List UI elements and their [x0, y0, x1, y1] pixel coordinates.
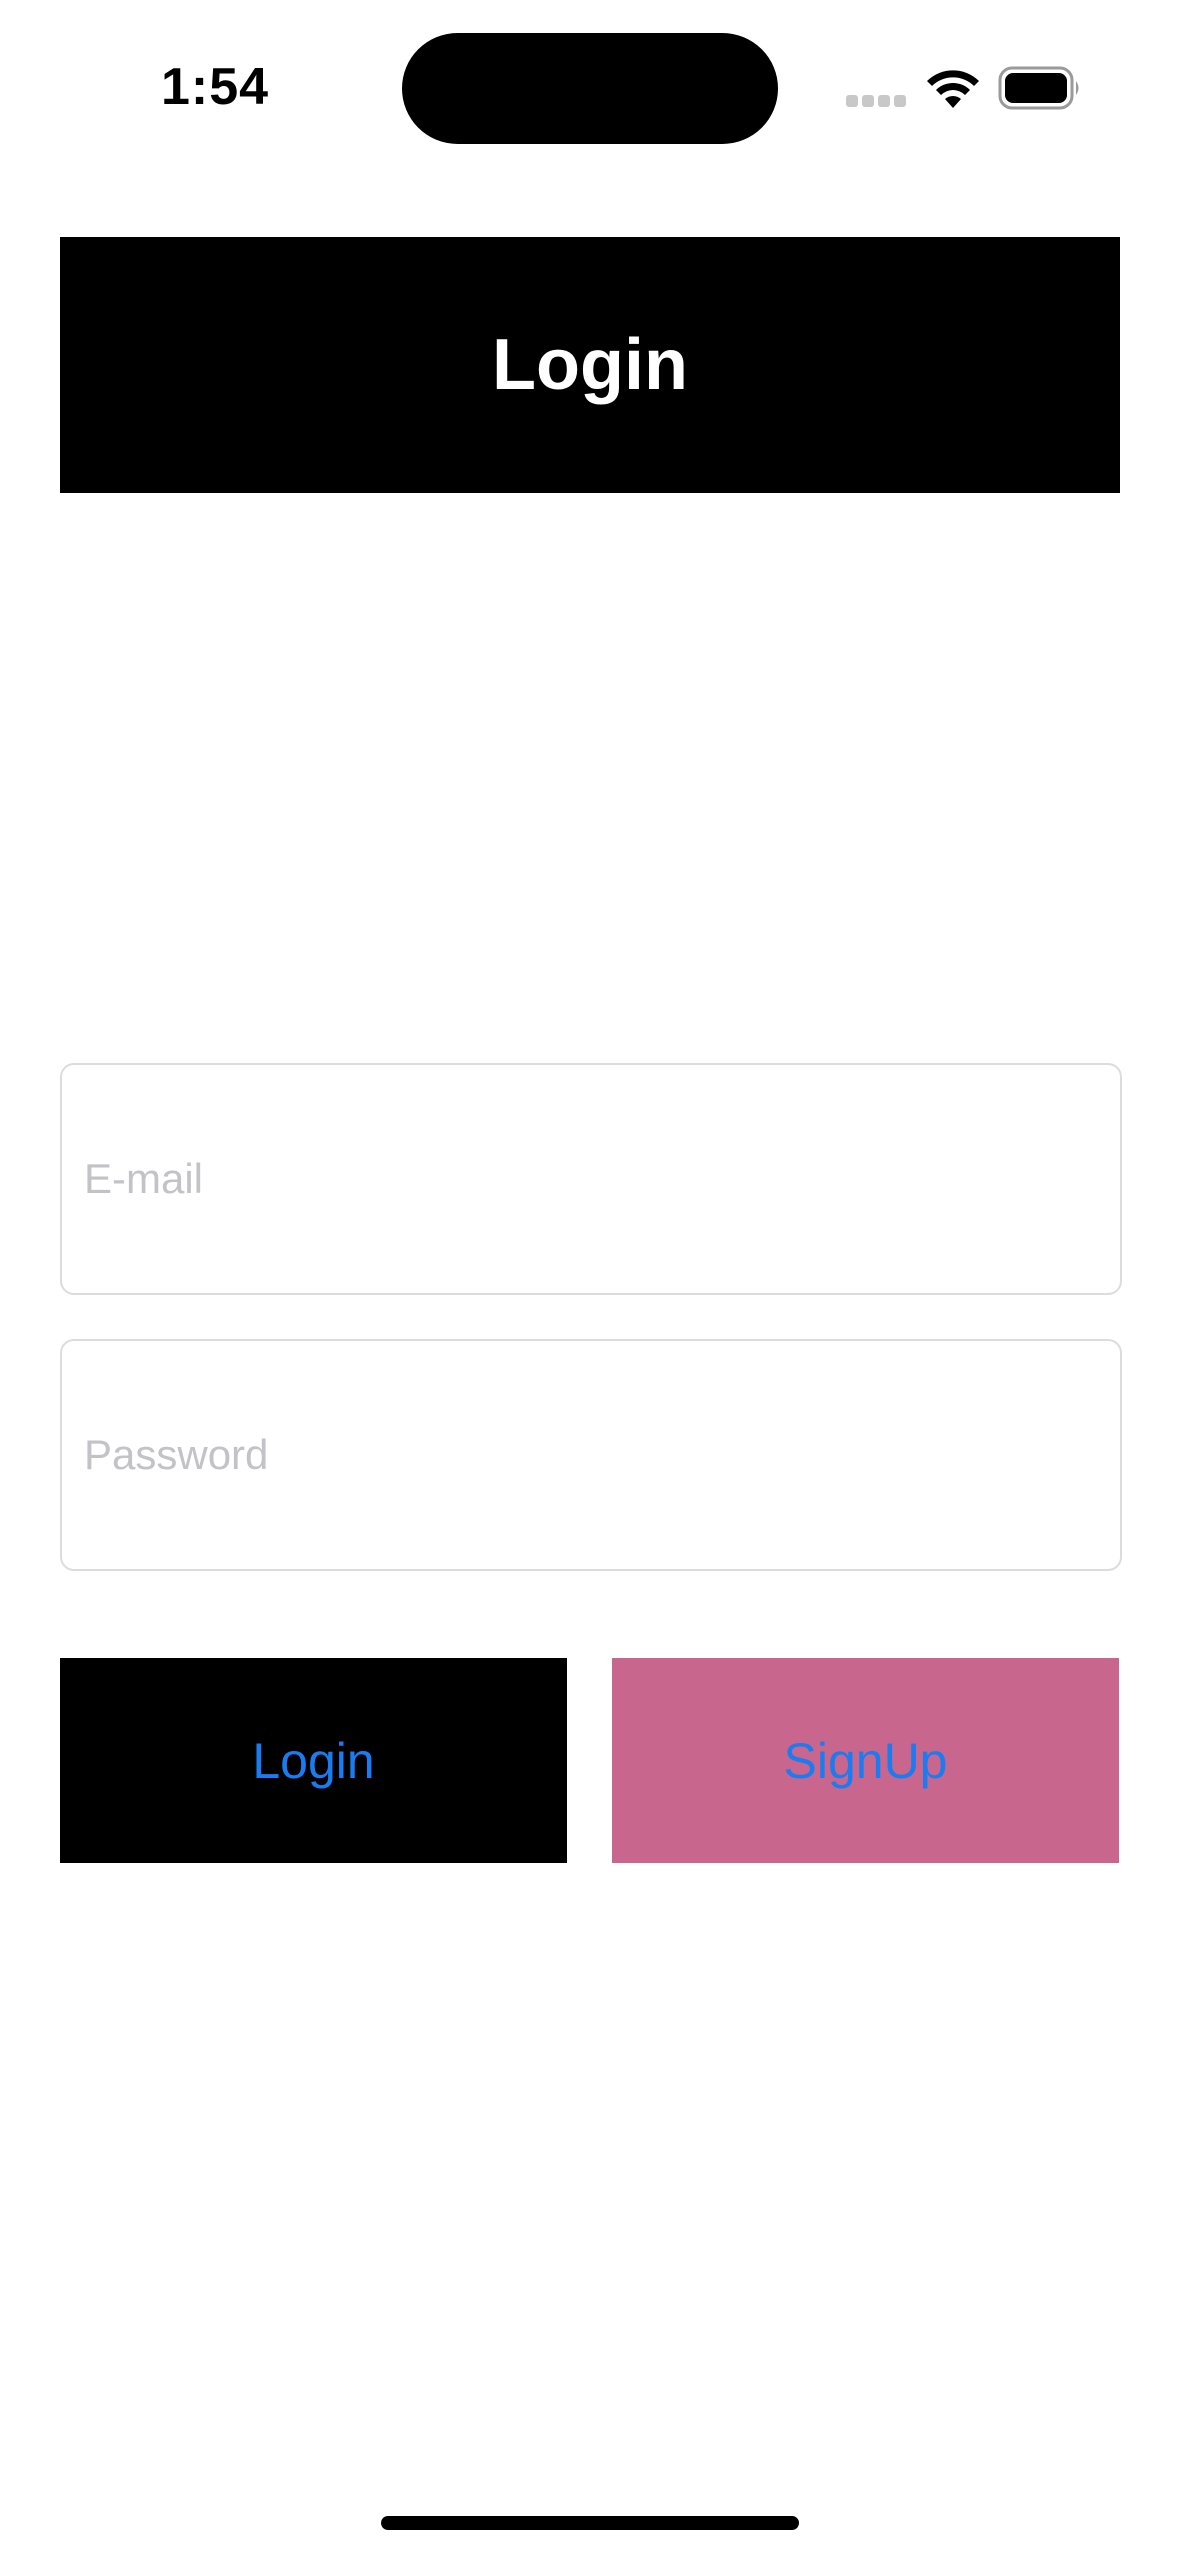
home-indicator[interactable] [381, 2516, 799, 2530]
wifi-icon [927, 70, 979, 108]
signup-button[interactable]: SignUp [612, 1658, 1119, 1863]
signup-button-label: SignUp [783, 1732, 948, 1789]
cellular-signal-icon [846, 95, 906, 107]
email-field[interactable] [62, 1065, 1120, 1293]
login-button[interactable]: Login [60, 1658, 567, 1863]
login-button-label: Login [252, 1732, 375, 1789]
status-bar: 1:54 [0, 0, 1179, 180]
dynamic-island [402, 33, 778, 144]
status-time: 1:54 [160, 58, 270, 116]
header-bar: Login [60, 237, 1120, 493]
password-field[interactable] [62, 1341, 1120, 1569]
password-field-container [60, 1339, 1122, 1571]
page-title: Login [492, 325, 688, 405]
email-field-container [60, 1063, 1122, 1295]
battery-icon [998, 66, 1079, 110]
